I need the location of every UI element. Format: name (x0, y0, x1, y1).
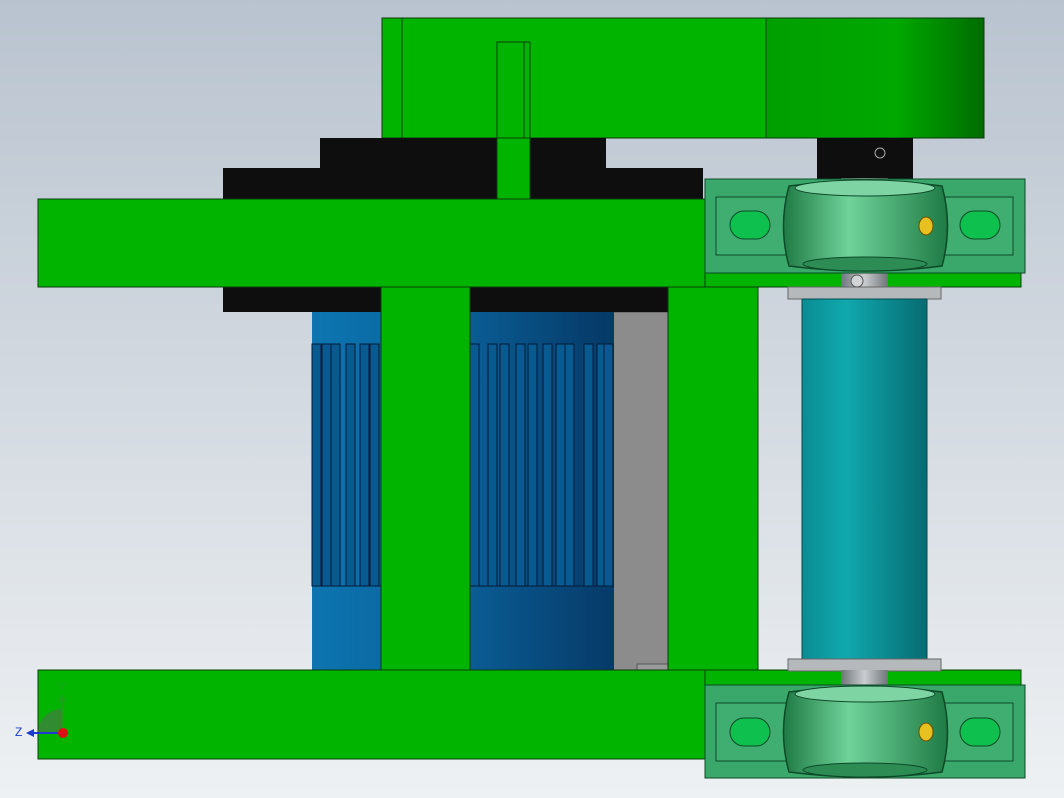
upper-collar-screw (850, 274, 864, 288)
coupling (817, 138, 913, 180)
motor-fin (515, 343, 526, 587)
center-vertical-post (380, 286, 471, 672)
motor[interactable] (311, 311, 670, 673)
x-axis-dot (58, 728, 68, 738)
cad-viewport[interactable]: Y Z (0, 0, 1064, 798)
right-vertical-post (667, 286, 759, 672)
y-axis-label: Y (58, 680, 66, 694)
motor-fin (345, 343, 356, 587)
z-axis-label: Z (15, 725, 22, 739)
roller-cylinder (801, 298, 928, 660)
lower-pillow-block-bearing[interactable] (704, 684, 1026, 779)
upper-bearing-slot-right (959, 210, 1001, 240)
motor-fin (487, 343, 498, 587)
motor-fin (359, 343, 370, 587)
upper-bearing-bore (794, 179, 936, 197)
motor-fin (564, 343, 575, 587)
lower-bearing-slot-right (959, 717, 1001, 747)
motor-fin (330, 343, 341, 587)
top-shaft-key-through (496, 137, 531, 200)
coupling-body (817, 138, 913, 180)
motor-fin (369, 343, 380, 587)
lower-bearing-bottom-rim (802, 762, 928, 778)
motor-fin (311, 343, 322, 587)
black-plate-middle (223, 168, 703, 199)
lower-bearing-slot-left (729, 717, 771, 747)
upper-bearing-bottom-rim (802, 256, 928, 272)
motor-fin (469, 343, 480, 587)
upper-roller-flange (787, 286, 942, 300)
black-plate-top (320, 138, 606, 168)
upper-frame-beam (37, 198, 711, 288)
coupling-screw (874, 147, 886, 159)
motor-gray-panel (604, 311, 669, 671)
motor-fin (527, 343, 538, 587)
lower-bearing-grease-nipple (918, 722, 934, 742)
top-pulley-cylinder (765, 17, 985, 139)
motor-fin (555, 343, 566, 587)
top-housing-block (381, 17, 767, 139)
upper-bearing-grease-nipple (918, 216, 934, 236)
lower-frame-beam (37, 669, 713, 760)
motor-fin (499, 343, 510, 587)
upper-bearing-slot-left (729, 210, 771, 240)
lower-roller-flange (787, 658, 942, 672)
lower-bearing-bore (794, 685, 936, 703)
motor-fin (542, 343, 553, 587)
motor-fin (583, 343, 594, 587)
upper-pillow-block-bearing[interactable] (704, 178, 1026, 288)
motor-fin (603, 343, 614, 587)
motor-fin (321, 343, 332, 587)
